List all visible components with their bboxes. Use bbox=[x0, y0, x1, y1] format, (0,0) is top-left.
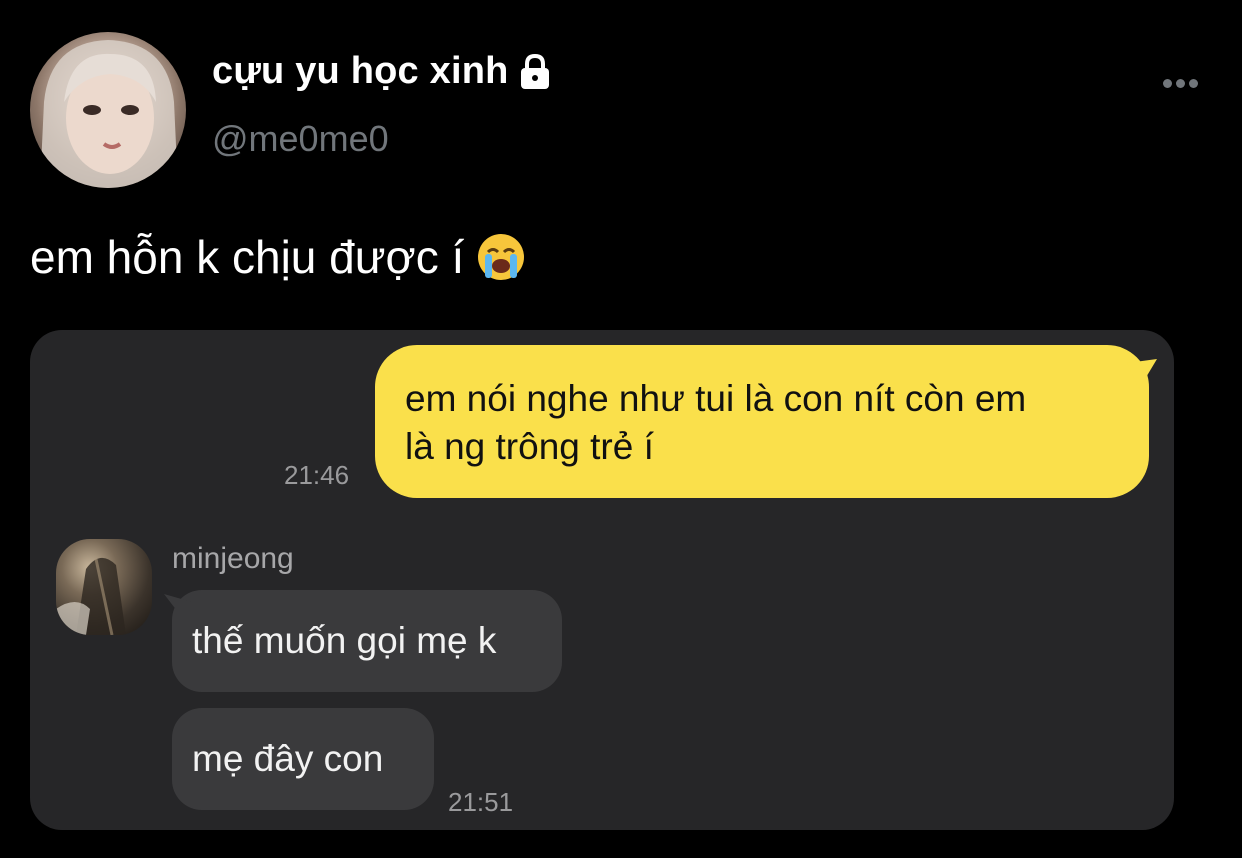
profile-avatar[interactable] bbox=[30, 32, 186, 188]
more-options-button[interactable] bbox=[1156, 68, 1204, 98]
outgoing-timestamp: 21:46 bbox=[284, 460, 350, 490]
friend-photo-icon bbox=[56, 557, 126, 635]
tweet-text-content: em hỗn k chịu được í bbox=[30, 231, 465, 283]
more-dot-icon bbox=[1162, 78, 1172, 88]
display-name[interactable]: cựu yu học xinh bbox=[212, 50, 553, 93]
chat-screenshot-image[interactable]: em nói nghe như tui là con nít còn em là… bbox=[30, 330, 1174, 830]
friend-avatar bbox=[56, 539, 152, 635]
sender-name: minjeong bbox=[172, 542, 294, 575]
incoming-message-text: thế muốn gọi mẹ k bbox=[192, 620, 497, 661]
bubble-tail-icon bbox=[1127, 359, 1157, 389]
user-handle[interactable]: @me0me0 bbox=[212, 118, 389, 160]
more-dot-icon bbox=[1188, 78, 1198, 88]
outgoing-message-bubble: em nói nghe như tui là con nít còn em là… bbox=[375, 345, 1157, 498]
display-name-text: cựu yu học xinh bbox=[212, 50, 509, 92]
more-dot-icon bbox=[1175, 78, 1185, 88]
loudly-crying-face-icon bbox=[478, 234, 525, 280]
avatar-portrait-icon bbox=[40, 40, 178, 188]
outgoing-message-line: là ng trông trẻ í bbox=[405, 426, 654, 467]
incoming-timestamp: 21:51 bbox=[448, 787, 514, 817]
incoming-message-text: mẹ đây con bbox=[192, 738, 384, 779]
tweet-text: em hỗn k chịu được í bbox=[30, 230, 526, 284]
incoming-message-bubble: thế muốn gọi mẹ k bbox=[164, 590, 562, 692]
outgoing-message-line: em nói nghe như tui là con nít còn em bbox=[405, 378, 1027, 419]
incoming-message-bubble: mẹ đây con bbox=[172, 708, 434, 810]
bubble-tail-icon bbox=[164, 594, 192, 620]
tweet-page: cựu yu học xinh @me0me0 em hỗn k chịu đư… bbox=[0, 0, 1242, 858]
lock-icon bbox=[520, 53, 549, 89]
